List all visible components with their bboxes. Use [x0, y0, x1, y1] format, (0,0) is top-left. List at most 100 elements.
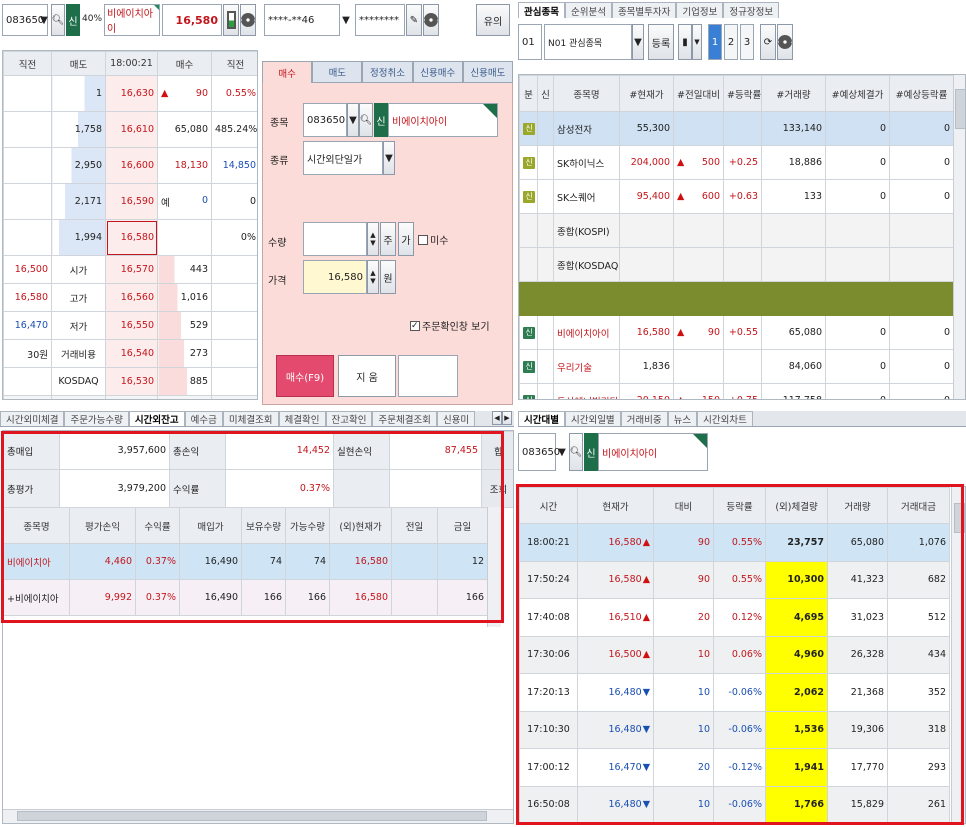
password-field[interactable]: ******** [355, 4, 405, 36]
order-code-field[interactable]: 083650 [303, 103, 347, 137]
watch-row[interactable]: 신 SK스퀘어 95,400 ▲ 600 +0.63 133 0 0 [519, 179, 954, 214]
ask-price[interactable]: 16,610 [105, 111, 158, 148]
account-dropdown[interactable]: ▼ [340, 4, 352, 36]
orderbook-ask-row[interactable]: 2,950 16,600 18,130 14,850 [3, 147, 257, 184]
misu-checkbox[interactable]: 미수 [418, 232, 448, 247]
watch-cell-name[interactable]: 두산에너빌리티 [553, 383, 620, 399]
watch-cell-name[interactable]: 삼성전자 [553, 111, 620, 146]
bal-tabs-8[interactable]: 주문체결조회 [372, 411, 437, 426]
balance-hscroll[interactable] [3, 809, 513, 823]
pencil-button[interactable]: ✎ [406, 4, 422, 36]
group-no-field[interactable]: 01 [518, 24, 542, 60]
watch-vscroll[interactable] [953, 75, 965, 399]
watch-tabs-4[interactable]: 기업정보 [676, 2, 724, 18]
order-qty-input[interactable] [303, 222, 367, 256]
price-unit-button[interactable]: 원 [380, 260, 396, 294]
order-code-dropdown[interactable]: ▼ [347, 103, 359, 137]
time-tabs-3[interactable]: 거래비중 [620, 411, 668, 426]
order-kind-dropdown[interactable]: ▼ [383, 141, 395, 175]
price-stepper[interactable]: ▲ ▼ [367, 260, 379, 294]
ask-price[interactable]: 16,630 [105, 75, 158, 112]
bid-price[interactable]: 16,550 [105, 311, 158, 340]
tabs-scroll-left[interactable]: ◀ [492, 411, 502, 425]
time-name-field[interactable]: 비에이치아이 [598, 433, 708, 471]
qty-unit-button[interactable]: 주 [380, 222, 396, 256]
order-tab-1[interactable]: 매수 [262, 61, 313, 83]
watch-cell-name[interactable]: 종합(KOSPI) [553, 213, 620, 248]
time-code-field[interactable]: 083650 [518, 433, 560, 471]
bal-tabs-7[interactable]: 잔고확인 [325, 411, 373, 426]
scroll-thumb[interactable] [17, 811, 487, 821]
time-tabs-1[interactable]: 시간대별 [518, 411, 565, 426]
orderbook-bid-row[interactable]: KOSDAQ 16,530 885 [3, 367, 257, 396]
quote-name-field[interactable]: 비에이치아이 [104, 4, 160, 36]
watch-tabs-3[interactable]: 종목별투자자 [611, 2, 677, 18]
watch-row[interactable]: 신 SK하이닉스 204,000 ▲ 500 +0.25 18,886 0 0 [519, 145, 954, 180]
ask-price[interactable]: 16,590 [105, 183, 158, 220]
bal-tabs-4[interactable]: 예수금 [184, 411, 223, 426]
order-kind-select[interactable]: 시간외단일가 [303, 141, 383, 175]
qty-ga-button[interactable]: 가 [398, 222, 414, 256]
confirm-checkbox[interactable]: ✓ 주문확인창 보기 [410, 318, 490, 333]
page-button-1[interactable]: 1 [708, 24, 722, 60]
battery-icon[interactable] [223, 4, 239, 36]
bid-price[interactable]: 16,540 [105, 339, 158, 368]
buy-submit-button[interactable]: 매수(F9) [276, 355, 334, 397]
account-settings-button[interactable] [423, 4, 439, 36]
watch-row[interactable]: 신 비에이치아이 16,580 ▲ 90 +0.55 65,080 0 0 [519, 315, 954, 350]
watch-cell-name[interactable]: 비에이치아이 [553, 315, 620, 350]
page-button-3[interactable]: 3 [740, 24, 754, 60]
order-price-input[interactable]: 16,580 [303, 260, 367, 294]
view-mode-button[interactable]: ▮ [678, 24, 692, 60]
bal-tabs-9[interactable]: 신용미 [436, 411, 476, 426]
order-tab-2[interactable]: 매도 [312, 61, 363, 83]
time-search-button[interactable]: 🔍︎ [569, 433, 583, 471]
watch-row[interactable]: 신두산에너빌리티20,150▲150+0.75117,75800 [519, 383, 954, 399]
account-field[interactable]: ****-**46 [264, 4, 340, 36]
quote-settings-button[interactable] [240, 4, 256, 36]
quote-search-button[interactable]: 🔍︎ [51, 4, 65, 36]
time-tabs-2[interactable]: 시간외일별 [564, 411, 621, 426]
quote-code-dropdown[interactable]: ▼ [38, 4, 50, 36]
refresh-button[interactable]: ⟳ [760, 24, 776, 60]
order-tab-3[interactable]: 정정취소 [362, 61, 413, 83]
ask-price[interactable]: 16,580 [105, 219, 158, 256]
order-name-field[interactable]: 비에이치아이 [388, 103, 498, 137]
orderbook-ask-row[interactable]: 1,758 16,610 65,080 485.24% [3, 111, 257, 148]
watch-row[interactable]: 종합(KOSPI) [519, 213, 954, 248]
watch-cell-name[interactable]: SK하이닉스 [553, 145, 620, 180]
bid-price[interactable]: 16,560 [105, 283, 158, 312]
watch-row[interactable]: 종합(KOSDAQ) [519, 247, 954, 282]
watch-tabs-2[interactable]: 순위분석 [564, 2, 612, 18]
orderbook-ask-row[interactable]: 2,171 16,590 예 0 0 [3, 183, 257, 220]
watch-tabs-1[interactable]: 관심종목 [518, 2, 565, 18]
order-tab-4[interactable]: 신용매수 [412, 61, 463, 83]
watch-tabs-5[interactable]: 정규장정보 [723, 2, 780, 18]
orderbook-bid-row[interactable]: 30원 거래비용 16,540 273 [3, 339, 257, 368]
scroll-thumb[interactable] [955, 89, 965, 129]
watch-row[interactable]: 신 우리기술 1,836 84,060 0 0 [519, 349, 954, 384]
clear-button[interactable]: 지 움 [338, 355, 396, 397]
order-search-button[interactable]: 🔍︎ [359, 103, 373, 137]
bid-price[interactable]: 16,530 [105, 367, 158, 396]
group-name-select[interactable]: N01 관심종목 [544, 24, 632, 60]
watch-cell-name[interactable]: SK스퀘어 [553, 179, 620, 214]
ask-price[interactable]: 16,600 [105, 147, 158, 184]
orderbook-ask-row[interactable]: 1,994 16,580 0% [3, 219, 257, 256]
group-dropdown[interactable]: ▼ [632, 24, 644, 60]
watch-cell-name[interactable]: 우리기술 [553, 349, 620, 384]
warning-button[interactable]: 유의 [476, 4, 510, 36]
bal-tabs-2[interactable]: 주문가능수량 [64, 411, 129, 426]
bal-tabs-1[interactable]: 시간외미체결 [0, 411, 65, 426]
register-button[interactable]: 등록 [648, 24, 674, 60]
order-tab-5[interactable]: 신용매도 [462, 61, 514, 83]
watch-settings-button[interactable] [777, 24, 793, 60]
watch-row[interactable]: 신 삼성전자 55,300 133,140 0 0 [519, 111, 954, 146]
orderbook-ask-row[interactable]: 1 16,630 ▲ 90 0.55% [3, 75, 257, 112]
time-code-dropdown[interactable]: ▼ [556, 433, 568, 471]
time-tabs-4[interactable]: 뉴스 [667, 411, 698, 426]
page-button-2[interactable]: 2 [724, 24, 738, 60]
bal-tabs-6[interactable]: 체결확인 [278, 411, 326, 426]
bal-tabs-5[interactable]: 미체결조회 [222, 411, 279, 426]
time-tabs-5[interactable]: 시간외차트 [697, 411, 753, 426]
